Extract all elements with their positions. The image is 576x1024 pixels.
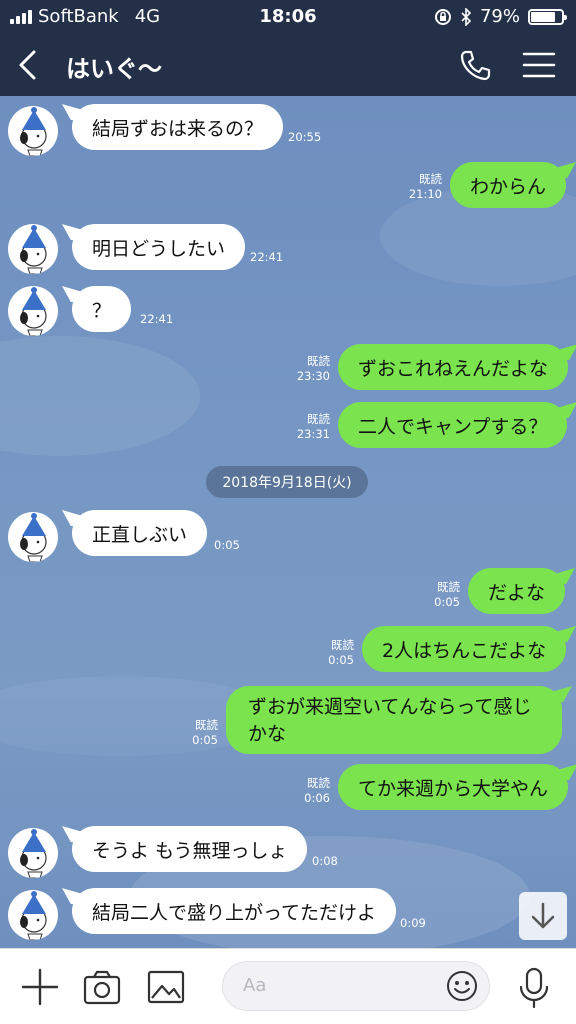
message-bubble-outgoing[interactable]: てか来週から大学やん bbox=[338, 764, 569, 810]
message-bubble-incoming[interactable]: 結局ずおは来るの？ bbox=[72, 104, 284, 150]
message-bubble-outgoing[interactable]: だよな bbox=[468, 568, 566, 614]
avatar[interactable] bbox=[8, 106, 58, 156]
plus-icon[interactable] bbox=[20, 967, 60, 1007]
phone-icon[interactable] bbox=[458, 48, 492, 82]
message-time: 0:06 bbox=[304, 791, 330, 805]
status-bar: SoftBank 4G 18:06 79% bbox=[0, 0, 576, 34]
input-bar: Aa bbox=[0, 948, 576, 1024]
rotation-lock-icon bbox=[434, 8, 451, 25]
emoji-icon[interactable] bbox=[445, 969, 479, 1003]
bluetooth-icon bbox=[461, 7, 472, 26]
message-time: 23:31 bbox=[296, 427, 330, 441]
avatar[interactable] bbox=[8, 224, 58, 274]
read-label: 既読 bbox=[419, 172, 442, 186]
camera-icon[interactable] bbox=[82, 967, 122, 1007]
read-receipt: 既読 0:05 bbox=[174, 718, 218, 748]
avatar[interactable] bbox=[8, 286, 58, 336]
read-label: 既読 bbox=[307, 776, 330, 790]
message-input[interactable]: Aa bbox=[222, 961, 490, 1011]
message-bubble-incoming[interactable]: 正直しぶい bbox=[72, 510, 208, 556]
message-bubble-outgoing[interactable]: 二人でキャンプする？ bbox=[338, 402, 568, 448]
avatar[interactable] bbox=[8, 828, 58, 878]
read-receipt: 既読 0:05 bbox=[416, 580, 460, 610]
read-receipt: 既読 23:31 bbox=[284, 412, 330, 442]
message-time: 0:05 bbox=[328, 653, 354, 667]
message-time: 0:05 bbox=[214, 538, 240, 552]
menu-icon[interactable] bbox=[522, 50, 556, 80]
image-icon[interactable] bbox=[146, 967, 186, 1007]
mic-icon[interactable] bbox=[516, 967, 552, 1009]
message-bubble-outgoing[interactable]: 2人はちんこだよな bbox=[362, 626, 567, 672]
message-time: 0:05 bbox=[192, 733, 218, 747]
message-time: 20:55 bbox=[288, 130, 322, 144]
read-receipt: 既読 23:30 bbox=[284, 354, 330, 384]
battery-fill bbox=[531, 11, 555, 22]
battery-icon bbox=[528, 8, 567, 25]
chat-area[interactable]: 結局ずおは来るの？ 20:55 既読 21:10 わからん 明日どうしたい 22… bbox=[0, 96, 576, 948]
message-input-placeholder: Aa bbox=[243, 975, 267, 996]
message-bubble-incoming[interactable]: ？ bbox=[72, 286, 132, 332]
read-label: 既読 bbox=[307, 412, 330, 426]
message-bubble-incoming[interactable]: 結局二人で盛り上がってただけよ bbox=[72, 888, 397, 934]
battery-percent: 79% bbox=[479, 6, 520, 27]
message-bubble-incoming[interactable]: 明日どうしたい bbox=[72, 224, 246, 270]
message-time: 21:10 bbox=[408, 187, 442, 201]
read-receipt: 既読 0:05 bbox=[310, 638, 354, 668]
scroll-to-bottom-button[interactable] bbox=[519, 892, 567, 940]
message-bubble-outgoing[interactable]: ずおこれねえんだよな bbox=[338, 344, 569, 390]
read-receipt: 既読 0:06 bbox=[284, 776, 330, 806]
message-time: 23:30 bbox=[296, 369, 330, 383]
read-label: 既読 bbox=[437, 580, 460, 594]
message-bubble-outgoing[interactable]: ずおが来週空いてんならって感じかな bbox=[226, 686, 562, 754]
chat-title: はいぐ〜 bbox=[66, 55, 162, 83]
avatar[interactable] bbox=[8, 890, 58, 940]
chat-header: はいぐ〜 bbox=[0, 34, 576, 96]
message-bubble-incoming[interactable]: そうよ もう無理っしょ bbox=[72, 826, 308, 872]
read-receipt: 既読 21:10 bbox=[398, 172, 442, 202]
message-bubble-outgoing[interactable]: わからん bbox=[450, 162, 567, 208]
message-time: 22:41 bbox=[250, 250, 284, 264]
status-right: 79% bbox=[434, 6, 567, 27]
arrow-down-icon bbox=[531, 902, 555, 929]
message-time: 0:09 bbox=[400, 916, 426, 930]
message-time: 0:05 bbox=[434, 595, 460, 609]
message-time: 22:41 bbox=[140, 312, 174, 326]
back-icon[interactable] bbox=[14, 48, 44, 82]
message-time: 0:08 bbox=[312, 854, 338, 868]
avatar[interactable] bbox=[8, 512, 58, 562]
read-label: 既読 bbox=[331, 638, 354, 652]
date-separator: 2018年9月18日(火) bbox=[206, 466, 368, 498]
read-label: 既読 bbox=[307, 354, 330, 368]
read-label: 既読 bbox=[195, 718, 218, 732]
